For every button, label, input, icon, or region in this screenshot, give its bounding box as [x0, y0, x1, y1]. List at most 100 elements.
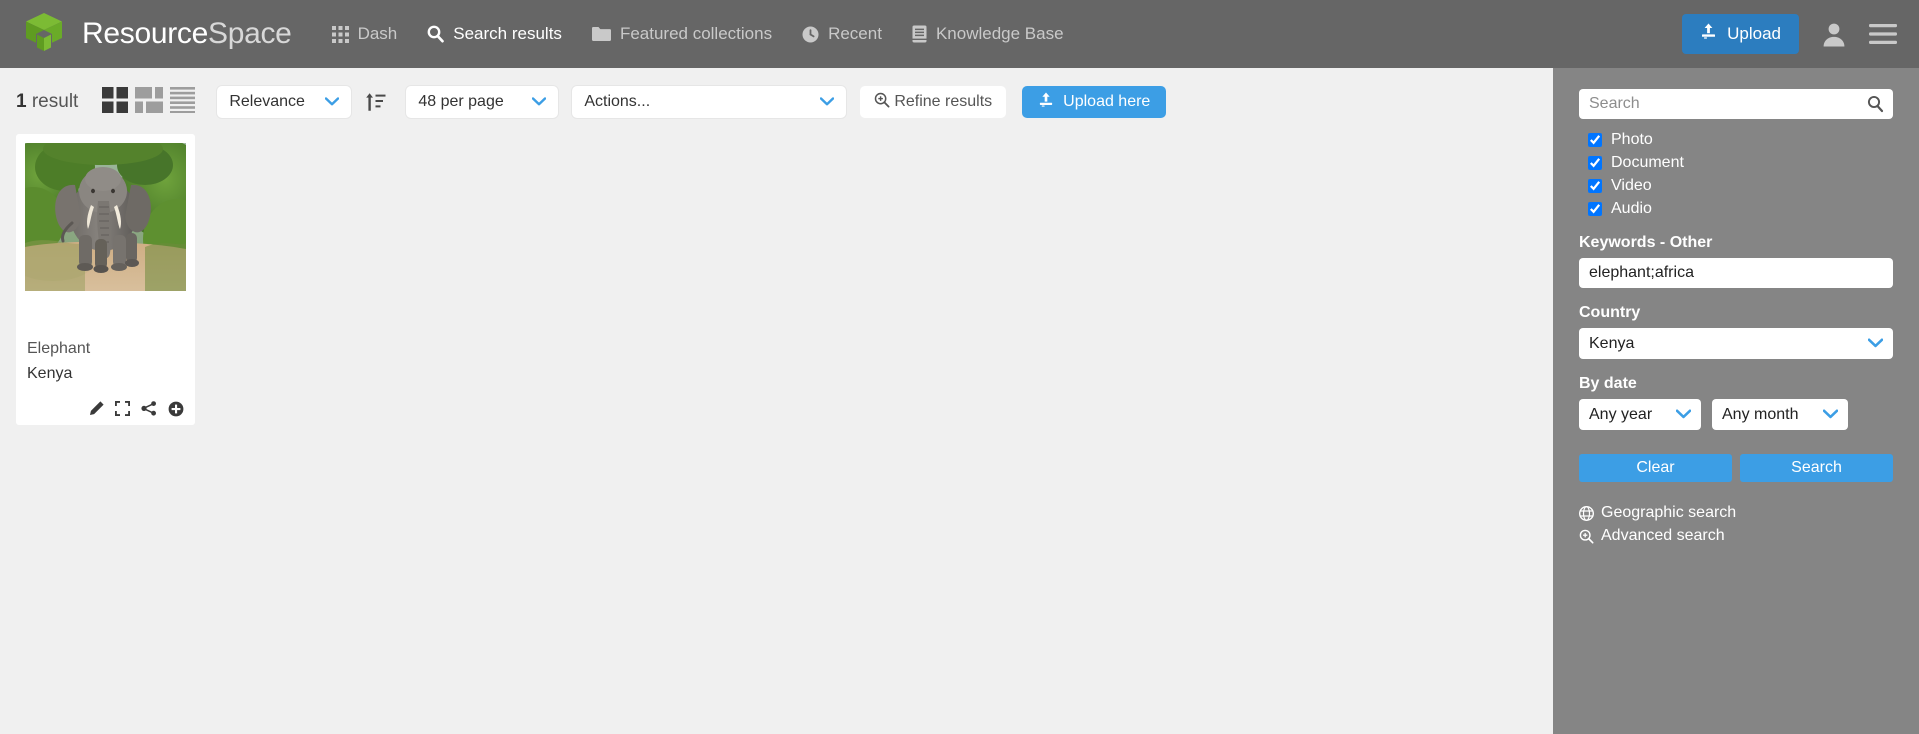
expand-icon[interactable] [115, 401, 130, 417]
per-page-value: 48 per page [418, 93, 504, 110]
page-body: 1 result Relevance 48 per page Actions..… [0, 68, 1919, 734]
upload-here-label: Upload here [1063, 93, 1151, 110]
search-button[interactable]: Search [1740, 454, 1893, 482]
hamburger-menu-icon[interactable] [1869, 23, 1897, 45]
search-sidebar: Photo Document Video Audio Keywords - Ot… [1553, 68, 1919, 734]
brand-name-light: Space [208, 17, 292, 50]
resource-card-actions [25, 401, 186, 417]
upload-button-label: Upload [1727, 24, 1781, 43]
brand-logo[interactable]: ResourceSpace [24, 13, 292, 55]
nav-label: Search results [453, 24, 562, 43]
actions-value: Actions... [584, 93, 651, 110]
user-avatar-icon[interactable] [1821, 21, 1847, 47]
view-mode-grid-large[interactable] [102, 86, 129, 118]
keywords-input[interactable] [1579, 258, 1893, 288]
per-page-select[interactable]: 48 per page [406, 86, 559, 118]
sidebar-links: Geographic search Advanced search [1579, 504, 1893, 545]
chevron-down-icon [532, 93, 547, 111]
keywords-field-label: Keywords - Other [1579, 234, 1713, 251]
share-icon[interactable] [141, 401, 157, 416]
actions-select[interactable]: Actions... [572, 86, 847, 118]
nav-item-featured-collections[interactable]: Featured collections [591, 24, 772, 44]
filter-video-label[interactable]: Video [1611, 177, 1652, 195]
edit-icon[interactable] [89, 401, 104, 416]
search-results-panel: 1 result Relevance 48 per page Actions..… [0, 68, 1553, 734]
chevron-down-icon [1822, 406, 1839, 424]
results-grid: Elephant Kenya [0, 118, 1553, 425]
nav-item-search-results[interactable]: Search results [427, 24, 562, 44]
sort-by-select[interactable]: Relevance [217, 86, 352, 118]
chevron-down-icon [820, 93, 835, 111]
nav-item-dash[interactable]: Dash [331, 24, 398, 44]
filter-document[interactable]: Document [1588, 154, 1893, 172]
globe-icon [1579, 505, 1594, 521]
cube-logo-icon [24, 13, 64, 55]
upload-icon [1700, 23, 1717, 45]
filter-video[interactable]: Video [1588, 177, 1893, 195]
filter-audio[interactable]: Audio [1588, 200, 1893, 218]
result-count-number: 1 [16, 91, 27, 112]
view-mode-list[interactable] [170, 86, 196, 118]
sidebar-buttons: Clear Search [1579, 454, 1893, 482]
sort-direction-button[interactable] [365, 92, 386, 113]
clear-button[interactable]: Clear [1579, 454, 1732, 482]
nav-item-knowledge-base[interactable]: Knowledge Base [912, 24, 1064, 44]
resource-type-filters: Photo Document Video Audio [1579, 131, 1893, 218]
sort-by-value: Relevance [229, 93, 305, 110]
upload-here-button[interactable]: Upload here [1022, 86, 1167, 118]
filter-audio-label[interactable]: Audio [1611, 200, 1652, 218]
search-icon[interactable] [1867, 95, 1884, 113]
resource-title: Elephant [27, 340, 91, 357]
refine-results-button[interactable]: Refine results [860, 86, 1007, 118]
main-navigation: Dash Search results Featured collections [331, 24, 1064, 44]
country-field-label: Country [1579, 304, 1641, 321]
result-count: 1 result [16, 91, 78, 113]
bydate-field-label: By date [1579, 375, 1637, 392]
magnifier-plus-icon [874, 92, 890, 113]
filter-photo[interactable]: Photo [1588, 131, 1893, 149]
view-mode-grid-small[interactable] [135, 86, 164, 118]
filter-photo-checkbox[interactable] [1588, 133, 1602, 147]
filter-document-checkbox[interactable] [1588, 156, 1602, 170]
page-title: ResourceSpace [82, 17, 292, 51]
filter-document-label[interactable]: Document [1611, 154, 1684, 172]
resource-subtitle: Kenya [27, 364, 73, 382]
search-icon [427, 25, 445, 43]
chevron-down-icon [1675, 406, 1692, 424]
sidebar-search-wrapper [1579, 89, 1893, 119]
result-count-label: result [26, 91, 79, 112]
grid-icon [331, 25, 349, 43]
filter-audio-checkbox[interactable] [1588, 202, 1602, 216]
geographic-search-link[interactable]: Geographic search [1579, 504, 1893, 522]
header-actions: Upload [1682, 0, 1897, 68]
filter-photo-label[interactable]: Photo [1611, 131, 1653, 149]
clock-icon [802, 26, 819, 43]
nav-label: Knowledge Base [935, 24, 1064, 43]
month-select[interactable]: Any month [1712, 399, 1848, 430]
upload-button[interactable]: Upload [1682, 14, 1799, 54]
country-value: Kenya [1589, 334, 1635, 352]
advanced-search-link[interactable]: Advanced search [1579, 527, 1893, 545]
search-input[interactable] [1579, 89, 1893, 119]
resource-thumbnail[interactable] [25, 143, 186, 291]
upload-icon [1038, 91, 1054, 113]
elephant-photo [25, 143, 186, 291]
nav-label: Dash [357, 24, 398, 43]
book-icon [912, 25, 927, 43]
app-header: ResourceSpace Dash Search results Featur… [0, 0, 1919, 68]
magnifier-plus-icon [1579, 529, 1594, 544]
resource-card[interactable]: Elephant Kenya [16, 134, 195, 425]
resource-metadata: Elephant Kenya [25, 291, 186, 387]
geographic-search-label: Geographic search [1601, 504, 1737, 521]
chevron-down-icon [325, 93, 340, 111]
country-select[interactable]: Kenya [1579, 328, 1893, 359]
chevron-down-icon [1867, 335, 1884, 353]
results-toolbar: 1 result Relevance 48 per page Actions..… [0, 68, 1553, 118]
filter-video-checkbox[interactable] [1588, 179, 1602, 193]
folder-icon [591, 26, 611, 42]
year-value: Any year [1589, 405, 1653, 423]
year-select[interactable]: Any year [1579, 399, 1701, 430]
nav-item-recent[interactable]: Recent [802, 24, 882, 44]
add-to-collection-icon[interactable] [168, 401, 184, 417]
month-value: Any month [1722, 405, 1799, 423]
